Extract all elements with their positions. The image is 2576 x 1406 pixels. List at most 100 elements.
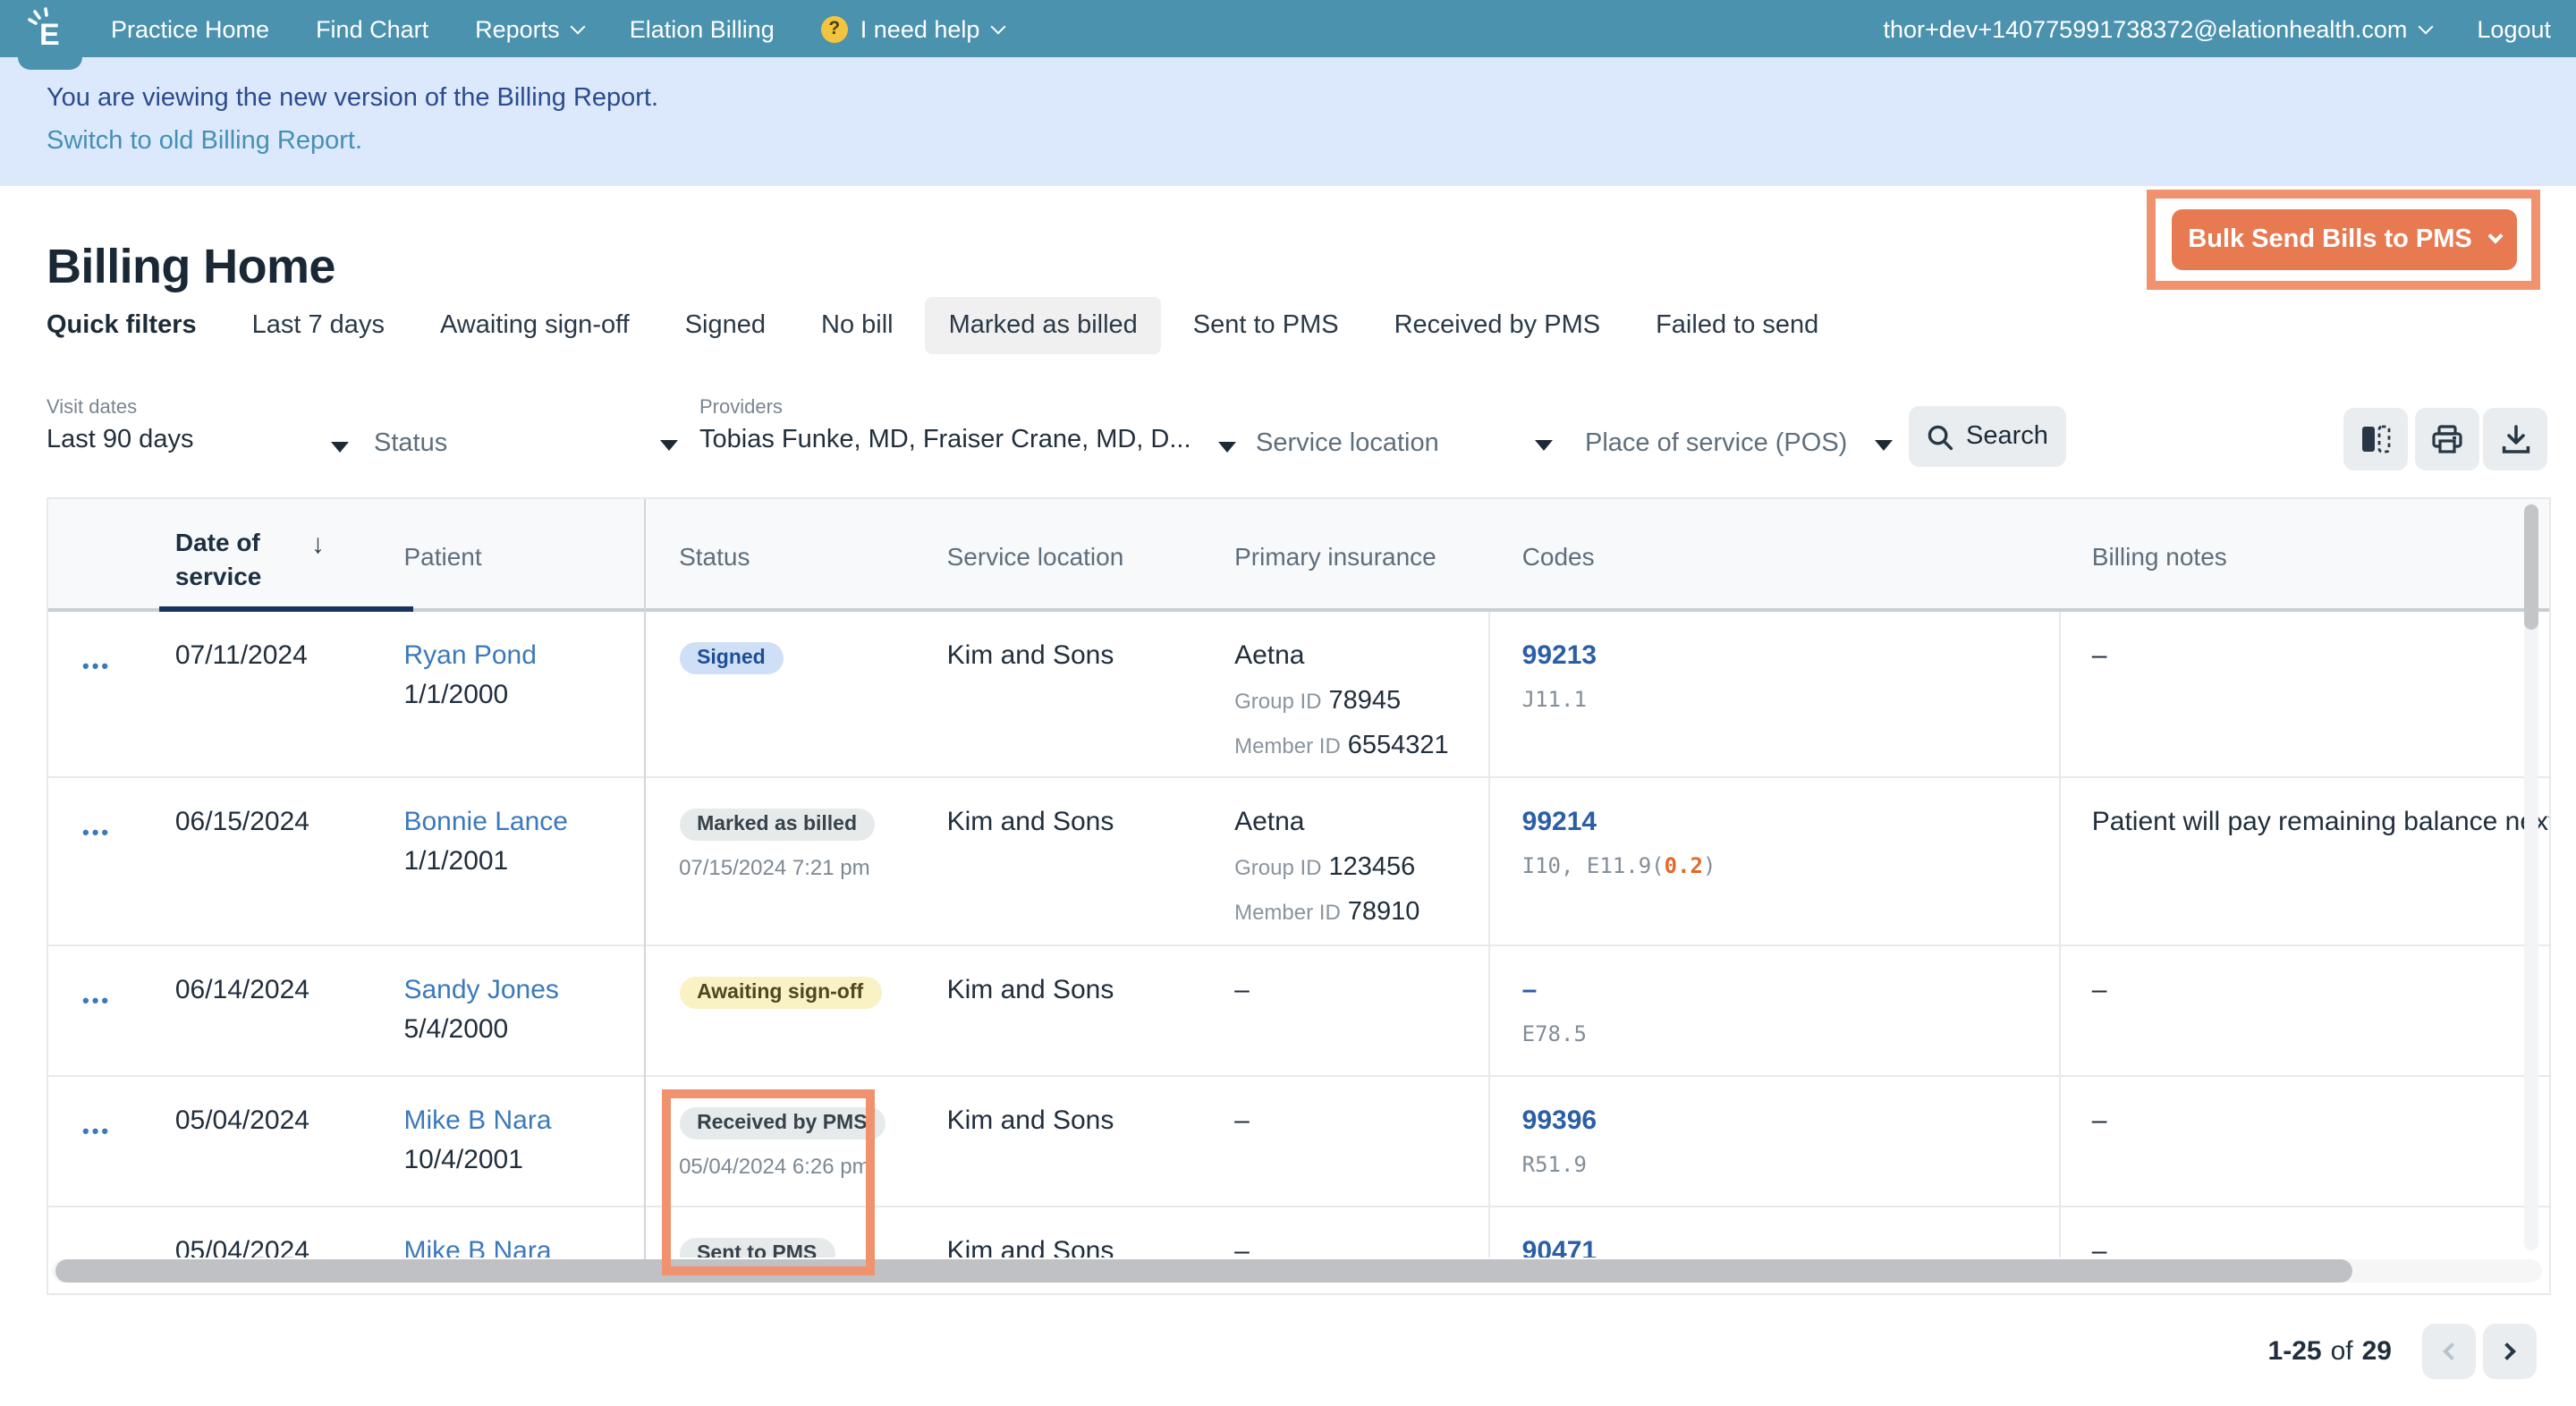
providers-select[interactable]: Providers Tobias Funke, MD, Fraiser Cran… bbox=[699, 397, 1236, 465]
column-settings-button[interactable] bbox=[2343, 408, 2408, 470]
elation-logo-icon: E bbox=[28, 7, 60, 50]
row-menu-icon[interactable]: ••• bbox=[82, 656, 111, 678]
patient-cell: Bonnie Lance 1/1/2001 bbox=[403, 778, 643, 944]
header-actions bbox=[48, 499, 175, 608]
row-menu-icon[interactable]: ••• bbox=[82, 991, 111, 1012]
header-patient[interactable]: Patient bbox=[403, 499, 643, 608]
filter-marked-as-billed[interactable]: Marked as billed bbox=[925, 297, 1161, 354]
header-codes[interactable]: Codes bbox=[1490, 499, 2062, 608]
filter-awaiting-sign-off[interactable]: Awaiting sign-off bbox=[417, 297, 653, 354]
sorted-column-indicator bbox=[159, 606, 413, 612]
search-icon bbox=[1928, 424, 1953, 450]
insurance-group: Group ID 123456 bbox=[1234, 853, 1416, 882]
place-of-service-select[interactable]: Place of service (POS) bbox=[1585, 429, 1893, 465]
providers-label: Providers bbox=[699, 397, 783, 419]
filter-signed[interactable]: Signed bbox=[662, 297, 789, 354]
insurance-group: Group ID 78945 bbox=[1234, 687, 1402, 716]
patient-link[interactable]: Mike B Nara bbox=[403, 1105, 643, 1136]
download-icon bbox=[2501, 425, 2529, 453]
patient-cell: Mike B Nara 10/4/2001 bbox=[403, 1077, 643, 1206]
service-location-cell: Kim and Sons bbox=[946, 1236, 1114, 1258]
cpt-code-link[interactable]: 99396 bbox=[1522, 1105, 2060, 1136]
table-header: Date of service ↓ Patient Status Service… bbox=[48, 499, 2549, 612]
bulk-send-bills-button[interactable]: Bulk Send Bills to PMS bbox=[2172, 209, 2517, 270]
billing-notes-cell: – bbox=[2091, 1105, 2107, 1136]
sort-desc-icon[interactable]: ↓ bbox=[311, 529, 325, 608]
elation-logo[interactable]: E bbox=[25, 7, 72, 50]
row-menu-icon[interactable]: ••• bbox=[82, 1252, 111, 1258]
page-range: 1-25 bbox=[2267, 1336, 2322, 1367]
primary-insurance-cell: – bbox=[1234, 1207, 1490, 1258]
annotation-box-status bbox=[662, 1089, 875, 1275]
insurance-group bbox=[1234, 1021, 1488, 1050]
patient-link[interactable]: Ryan Pond bbox=[403, 640, 643, 671]
icd-codes: I10, E11.9(0.2) bbox=[1521, 853, 1716, 878]
providers-value: Tobias Funke, MD, Fraiser Crane, MD, D..… bbox=[699, 426, 1191, 454]
date-of-service-cell: 05/04/2024 bbox=[174, 1105, 309, 1136]
print-button[interactable] bbox=[2415, 408, 2479, 470]
date-of-service-cell: 06/15/2024 bbox=[174, 807, 309, 837]
vertical-scrollbar-thumb[interactable] bbox=[2524, 504, 2538, 630]
status-badge: Signed bbox=[679, 642, 784, 674]
next-page-button[interactable] bbox=[2483, 1324, 2537, 1379]
insurance-name: Aetna bbox=[1234, 807, 1305, 837]
switch-old-report-link[interactable]: Switch to old Billing Report. bbox=[47, 125, 362, 157]
page-title: Billing Home bbox=[47, 240, 335, 294]
frozen-column-divider bbox=[644, 499, 646, 1259]
row-actions-cell: ••• bbox=[48, 1077, 175, 1206]
filter-sent-to-pms[interactable]: Sent to PMS bbox=[1170, 297, 1362, 354]
icd-codes: J11.1 bbox=[1521, 687, 1587, 712]
insurance-name: Aetna bbox=[1234, 640, 1305, 671]
date-of-service-cell: 07/11/2024 bbox=[174, 640, 308, 671]
search-button[interactable]: Search bbox=[1909, 406, 2066, 467]
header-date-of-service[interactable]: Date of service ↓ bbox=[175, 499, 404, 608]
cpt-code-link[interactable]: – bbox=[1522, 975, 2060, 1005]
insurance-group bbox=[1234, 1152, 1488, 1181]
header-service-location[interactable]: Service location bbox=[947, 499, 1235, 608]
icd-codes: R51.9 bbox=[1521, 1152, 1587, 1177]
row-menu-icon[interactable]: ••• bbox=[82, 823, 111, 844]
logout-link[interactable]: Logout bbox=[2477, 15, 2551, 42]
visit-dates-select[interactable]: Visit dates Last 90 days bbox=[47, 397, 351, 465]
patient-link[interactable]: Sandy Jones bbox=[403, 975, 643, 1005]
primary-insurance-cell: – bbox=[1234, 946, 1490, 1075]
row-menu-icon[interactable]: ••• bbox=[82, 1122, 111, 1143]
patient-link[interactable]: Mike B Nara bbox=[403, 1236, 643, 1258]
row-actions-cell: ••• bbox=[48, 612, 175, 776]
filter-received-by-pms[interactable]: Received by PMS bbox=[1371, 297, 1624, 354]
header-primary-insurance[interactable]: Primary insurance bbox=[1234, 499, 1490, 608]
help-icon: ? bbox=[820, 15, 848, 42]
download-button[interactable] bbox=[2483, 408, 2547, 470]
date-of-service-cell: 06/14/2024 bbox=[174, 975, 309, 1005]
primary-insurance-cell: Aetna Group ID 123456 Member ID 78910 bbox=[1234, 778, 1490, 944]
nav-practice-home[interactable]: Practice Home bbox=[111, 15, 269, 42]
nav-help[interactable]: ? I need help bbox=[820, 15, 1005, 42]
status-placeholder: Status bbox=[374, 429, 448, 458]
row-actions-cell: ••• bbox=[48, 946, 175, 1075]
service-location-placeholder: Service location bbox=[1256, 429, 1439, 458]
cpt-code-link[interactable]: 99213 bbox=[1522, 640, 2060, 671]
filter-last-7-days[interactable]: Last 7 days bbox=[229, 297, 408, 354]
patient-cell: Ryan Pond 1/1/2000 bbox=[403, 612, 643, 776]
horizontal-scrollbar-thumb[interactable] bbox=[55, 1259, 2352, 1283]
codes-cell: 99396 R51.9 bbox=[1490, 1077, 2062, 1206]
previous-page-button[interactable] bbox=[2422, 1324, 2476, 1379]
patient-link[interactable]: Bonnie Lance bbox=[403, 807, 643, 837]
filter-failed-to-send[interactable]: Failed to send bbox=[1632, 297, 1842, 354]
cpt-code-link[interactable]: 90471 bbox=[1522, 1236, 2060, 1258]
nav-elation-billing[interactable]: Elation Billing bbox=[630, 15, 775, 42]
filter-no-bill[interactable]: No bill bbox=[798, 297, 917, 354]
visit-dates-value: Last 90 days bbox=[47, 426, 194, 454]
account-menu[interactable]: thor+dev+140775991738372@elationhealth.c… bbox=[1884, 15, 2433, 42]
nav-reports[interactable]: Reports bbox=[475, 15, 586, 42]
nav-find-chart[interactable]: Find Chart bbox=[316, 15, 428, 42]
primary-insurance-cell: Aetna Group ID 78945 Member ID 6554321 bbox=[1234, 612, 1490, 776]
service-location-select[interactable]: Service location bbox=[1256, 429, 1560, 465]
header-billing-notes[interactable]: Billing notes bbox=[2062, 499, 2549, 608]
header-status[interactable]: Status bbox=[643, 499, 947, 608]
status-select[interactable]: Status bbox=[374, 429, 689, 465]
row-actions-cell: ••• bbox=[48, 1207, 175, 1258]
cpt-code-link[interactable]: 99214 bbox=[1522, 807, 2060, 837]
quick-filters-label: Quick filters bbox=[47, 311, 197, 340]
service-location-cell: Kim and Sons bbox=[946, 1105, 1114, 1136]
